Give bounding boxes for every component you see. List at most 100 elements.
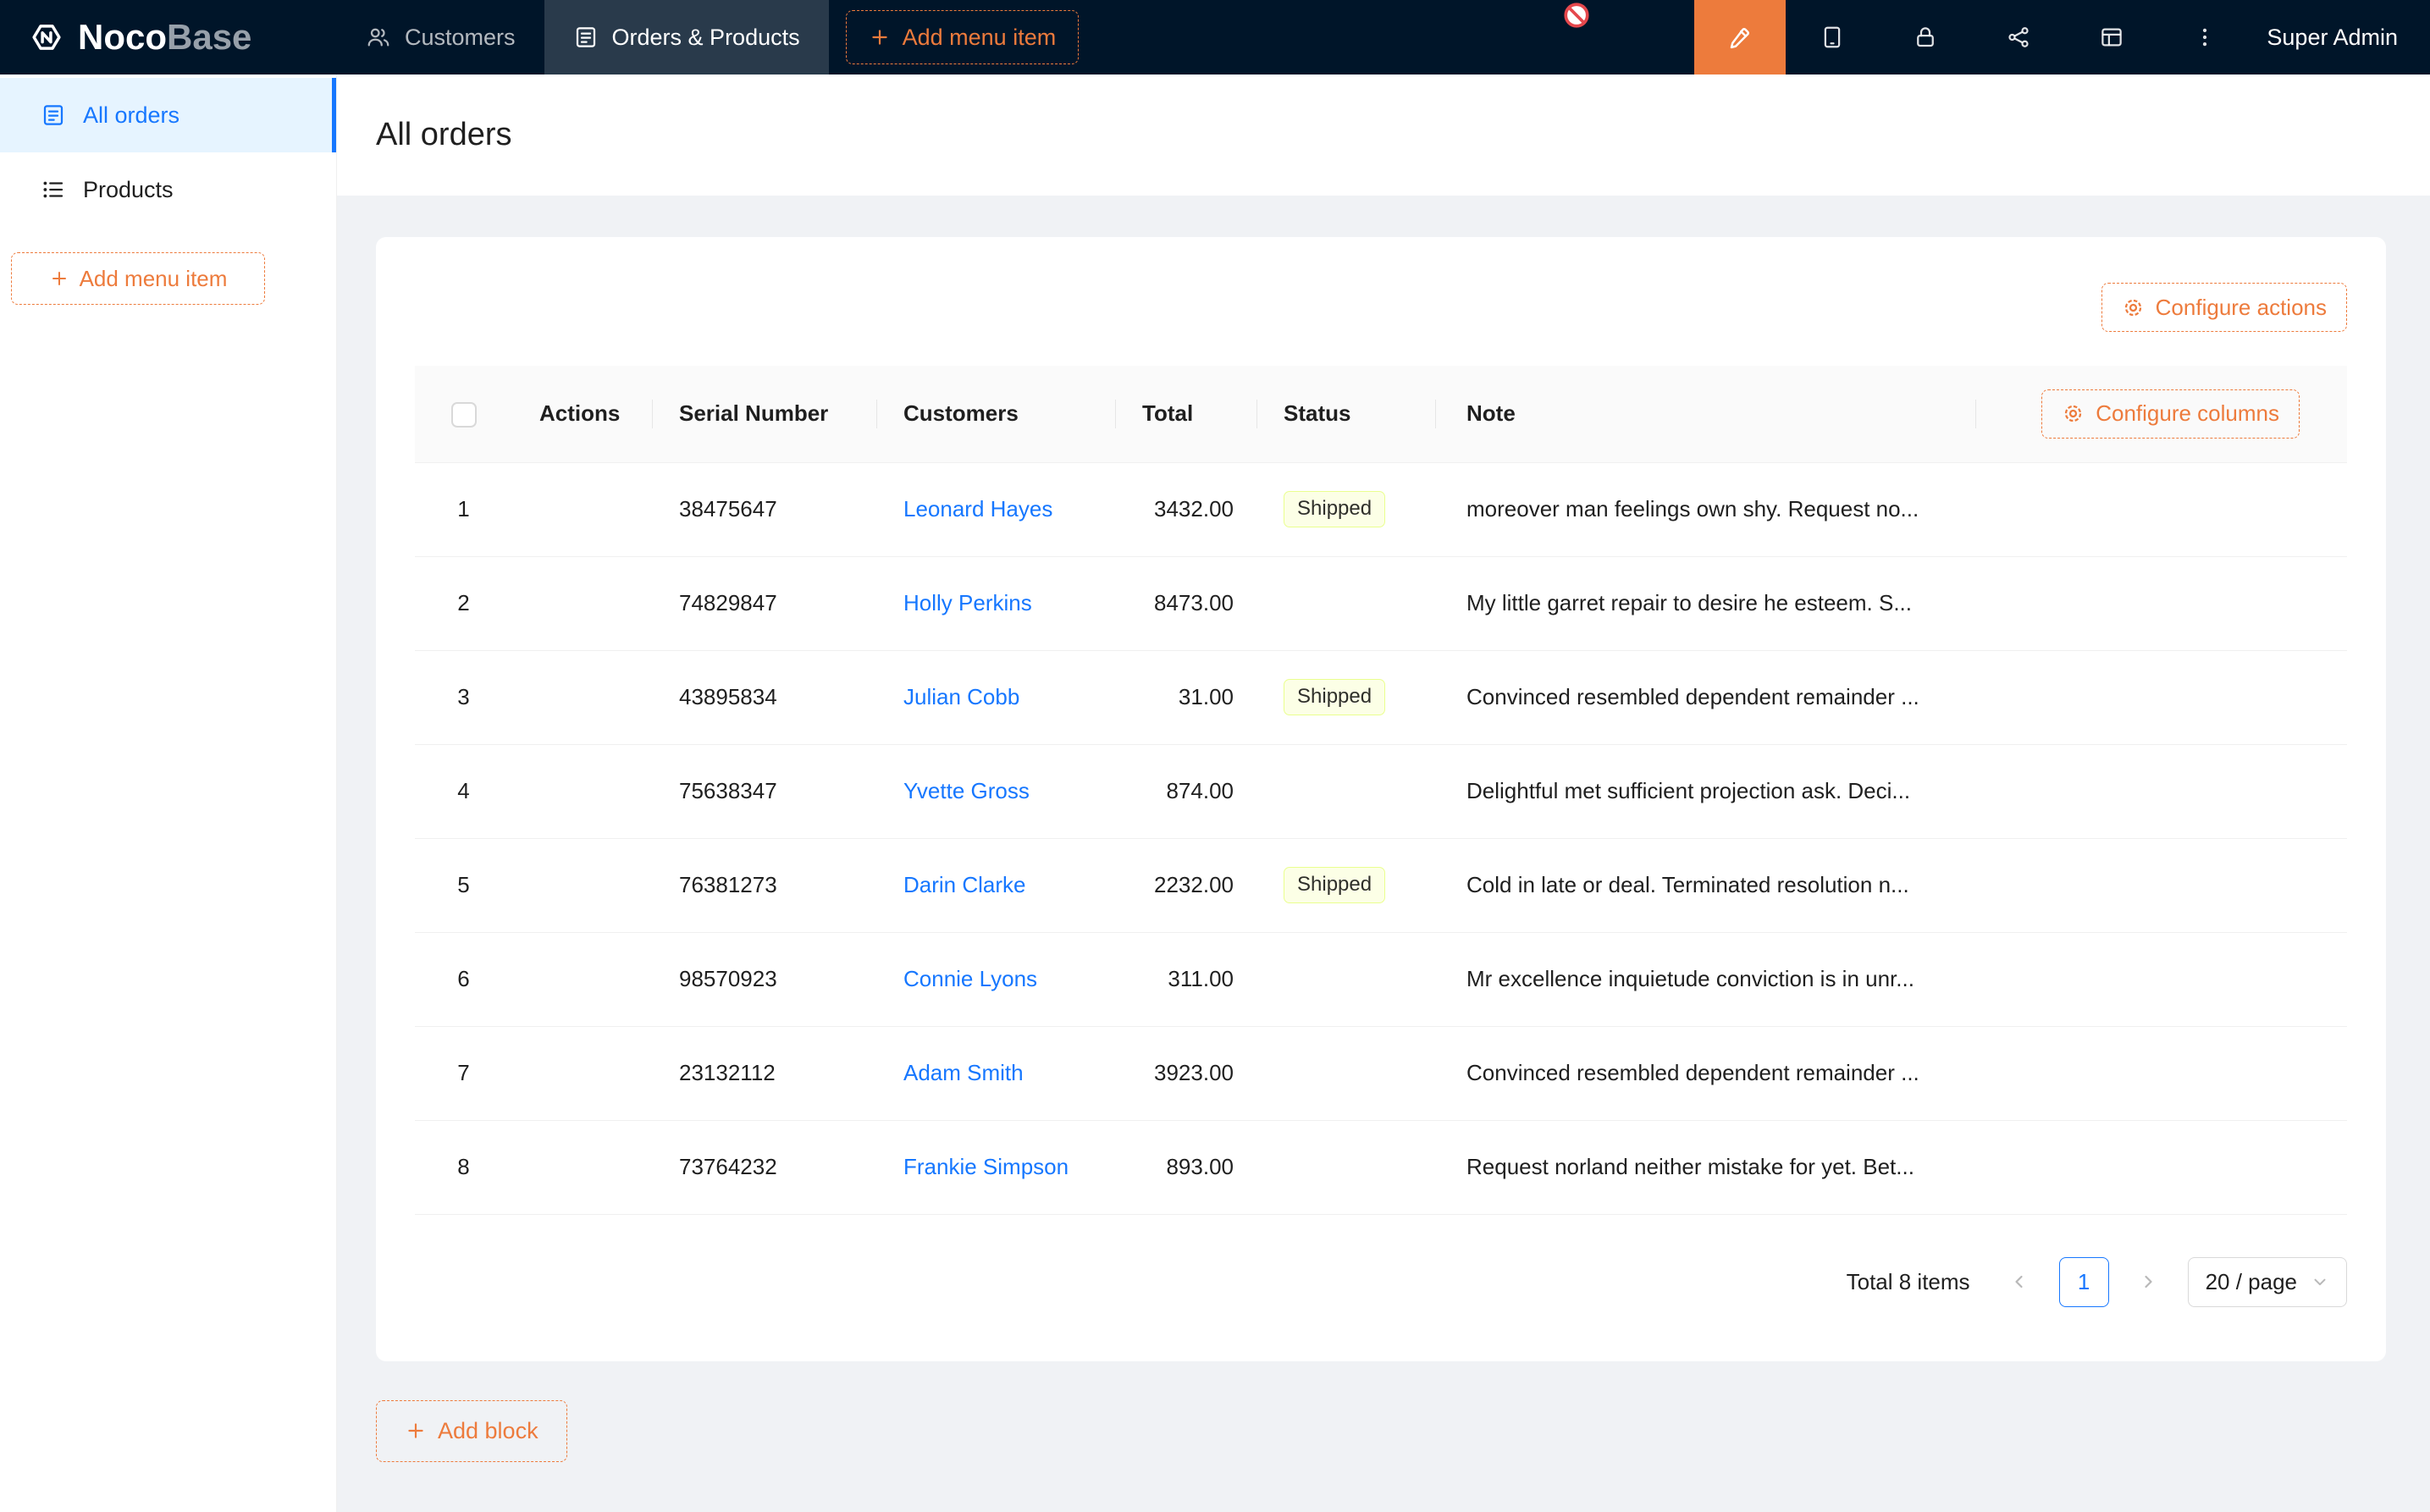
configure-cell (1975, 1120, 2347, 1214)
customer-link[interactable]: Leonard Hayes (903, 496, 1052, 521)
more-button[interactable] (2158, 0, 2251, 74)
add-block-label: Add block (438, 1418, 538, 1444)
column-header-customers: Customers (876, 366, 1115, 462)
page-title: All orders (376, 117, 512, 153)
serial-number-cell: 74829847 (652, 556, 876, 650)
customer-link[interactable]: Holly Perkins (903, 590, 1032, 615)
status-cell: Shipped (1256, 838, 1435, 932)
sidebar-item-products[interactable]: Products (0, 152, 336, 227)
team-icon (366, 25, 391, 50)
note-cell: Request norland neither mistake for yet.… (1435, 1120, 1975, 1214)
customer-cell: Frankie Simpson (876, 1120, 1115, 1214)
total-cell: 3432.00 (1115, 462, 1256, 556)
total-cell: 8473.00 (1115, 556, 1256, 650)
total-cell: 31.00 (1115, 650, 1256, 744)
note-cell: Convinced resembled dependent remainder … (1435, 650, 1975, 744)
total-cell: 2232.00 (1115, 838, 1256, 932)
customer-link[interactable]: Adam Smith (903, 1060, 1024, 1085)
highlighter-icon (1727, 25, 1753, 50)
row-actions-cell (512, 650, 652, 744)
column-header-note: Note (1435, 366, 1975, 462)
select-all-checkbox[interactable] (451, 402, 477, 428)
api-button[interactable] (1972, 0, 2065, 74)
app-header: NocoBase Customers Orders & Products Add… (0, 0, 2430, 74)
customer-cell: Leonard Hayes (876, 462, 1115, 556)
layout-icon (2099, 25, 2124, 50)
row-actions-cell (512, 1120, 652, 1214)
pagination: Total 8 items 1 20 / page (415, 1257, 2347, 1307)
customer-link[interactable]: Darin Clarke (903, 872, 1026, 897)
note-cell: My little garret repair to desire he est… (1435, 556, 1975, 650)
status-cell (1256, 1120, 1435, 1214)
table-row: 5 76381273 Darin Clarke 2232.00 Shipped … (415, 838, 2347, 932)
pagination-prev-button[interactable] (1995, 1257, 2045, 1307)
status-cell (1256, 932, 1435, 1026)
column-header-actions: Actions (512, 366, 652, 462)
top-nav: Customers Orders & Products (337, 0, 829, 74)
configure-cell (1975, 462, 2347, 556)
pagination-page-1-button[interactable]: 1 (2059, 1257, 2109, 1307)
permissions-button[interactable] (1879, 0, 1972, 74)
customer-cell: Julian Cobb (876, 650, 1115, 744)
configure-actions-label: Configure actions (2156, 295, 2327, 321)
row-index: 2 (415, 556, 512, 650)
total-cell: 874.00 (1115, 744, 1256, 838)
sidebar-item-label: All orders (83, 102, 179, 129)
tablet-icon (1820, 25, 1845, 50)
layout-button[interactable] (2065, 0, 2158, 74)
customer-link[interactable]: Connie Lyons (903, 966, 1037, 991)
configure-cell (1975, 650, 2347, 744)
pagination-total: Total 8 items (1847, 1269, 1970, 1295)
row-actions-cell (512, 932, 652, 1026)
lock-icon (1913, 25, 1938, 50)
row-actions-cell (512, 744, 652, 838)
configure-cell (1975, 838, 2347, 932)
status-tag: Shipped (1284, 491, 1385, 527)
ui-editor-button[interactable] (1694, 0, 1786, 74)
customer-link[interactable]: Frankie Simpson (903, 1154, 1069, 1179)
sidebar-item-all-orders[interactable]: All orders (0, 78, 336, 152)
column-header-configure: Configure columns (1975, 366, 2347, 462)
nav-tab-label: Customers (405, 25, 516, 51)
logo[interactable]: NocoBase (0, 0, 337, 74)
sidebar-add-menu-item-button[interactable]: Add menu item (11, 252, 265, 305)
serial-number-cell: 23132112 (652, 1026, 876, 1120)
table-row: 4 75638347 Yvette Gross 874.00 Delightfu… (415, 744, 2347, 838)
orders-table-head: Actions Serial Number Customers Total St… (415, 366, 2347, 462)
table-row: 1 38475647 Leonard Hayes 3432.00 Shipped… (415, 462, 2347, 556)
customer-link[interactable]: Julian Cobb (903, 684, 1019, 709)
note-cell: Delightful met sufficient projection ask… (1435, 744, 1975, 838)
table-row: 3 43895834 Julian Cobb 31.00 Shipped Con… (415, 650, 2347, 744)
customer-cell: Darin Clarke (876, 838, 1115, 932)
header-add-menu-item-button[interactable]: Add menu item (846, 10, 1080, 64)
configure-columns-button[interactable]: Configure columns (2041, 389, 2300, 439)
pagination-next-button[interactable] (2123, 1257, 2173, 1307)
nav-tab-orders-products[interactable]: Orders & Products (544, 0, 829, 74)
page-header: All orders (337, 74, 2430, 196)
gear-icon (2122, 296, 2145, 319)
add-block-button[interactable]: Add block (376, 1400, 567, 1462)
orders-table: Actions Serial Number Customers Total St… (415, 366, 2347, 1215)
status-cell (1256, 744, 1435, 838)
status-cell: Shipped (1256, 650, 1435, 744)
orders-icon (573, 25, 599, 50)
row-index: 8 (415, 1120, 512, 1214)
mobile-preview-button[interactable] (1786, 0, 1879, 74)
customer-cell: Connie Lyons (876, 932, 1115, 1026)
orders-table-block: Configure actions Actions Serial Number … (376, 237, 2386, 1361)
page-size-select[interactable]: 20 / page (2188, 1257, 2347, 1307)
status-tag: Shipped (1284, 679, 1385, 715)
user-menu[interactable]: Super Admin (2251, 0, 2430, 74)
status-cell: Shipped (1256, 462, 1435, 556)
logo-mark-icon (29, 19, 64, 55)
column-header-status: Status (1256, 366, 1435, 462)
row-index: 5 (415, 838, 512, 932)
table-toolbar: Configure actions (415, 283, 2347, 332)
nav-tab-customers[interactable]: Customers (337, 0, 544, 74)
configure-actions-button[interactable]: Configure actions (2101, 283, 2347, 332)
chevron-down-icon (2311, 1272, 2329, 1291)
configure-cell (1975, 1026, 2347, 1120)
select-all-header (415, 366, 512, 462)
total-cell: 3923.00 (1115, 1026, 1256, 1120)
customer-link[interactable]: Yvette Gross (903, 778, 1030, 803)
